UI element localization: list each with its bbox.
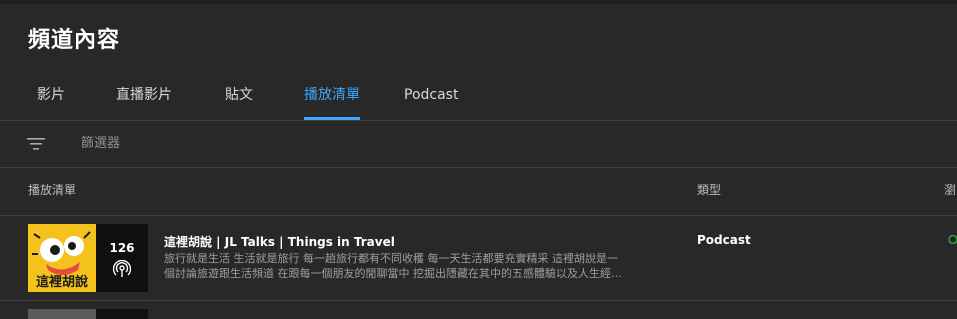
playlist-description: 旅行就是生活 生活就是旅行 每一趟旅行都有不同收穫 每一天生活都要充實精采 這裡… <box>164 251 666 281</box>
column-header-visibility[interactable]: 瀏 <box>944 168 956 212</box>
podcast-cover-art: 這裡胡說 <box>28 224 96 292</box>
tab-playlists[interactable]: 播放清單 <box>304 72 360 120</box>
filter-input[interactable]: 篩選器 <box>81 120 120 167</box>
visibility-public-icon <box>948 235 957 244</box>
table-row[interactable]: 這裡胡說 126 這裡胡說 | JL Talks | Things in Tra… <box>0 216 957 301</box>
tab-live[interactable]: 直播影片 <box>116 72 172 118</box>
playlist-thumbnail[interactable]: 這裡胡說 126 <box>28 224 148 292</box>
playlist-title[interactable]: 這裡胡說 | JL Talks | Things in Travel <box>164 233 395 250</box>
playlist-count-panel: 126 <box>96 224 148 292</box>
playlist-count-panel <box>96 309 148 319</box>
playlist-type: Podcast <box>697 233 751 247</box>
table-row[interactable] <box>0 301 957 319</box>
top-strip <box>0 0 957 4</box>
playlist-thumbnail[interactable] <box>28 309 148 319</box>
video-count: 126 <box>109 241 135 255</box>
filter-bar: 篩選器 <box>0 120 957 168</box>
tab-podcast[interactable]: Podcast <box>404 72 458 118</box>
podcast-icon <box>113 260 131 277</box>
description-line-1: 旅行就是生活 生活就是旅行 每一趟旅行都有不同收穫 每一天生活都要充實精采 這裡… <box>164 252 618 265</box>
table-header: 播放清單 類型 瀏 <box>0 168 957 216</box>
tab-videos[interactable]: 影片 <box>37 72 65 118</box>
page-title: 頻道內容 <box>28 28 121 53</box>
tab-posts[interactable]: 貼文 <box>225 72 253 118</box>
description-line-2: 個討論旅遊跟生活頻道 在跟每一個朋友的閒聊當中 挖掘出隱藏在其中的五感體驗以及人… <box>164 267 622 280</box>
column-header-type[interactable]: 類型 <box>697 168 721 212</box>
tab-bar: 影片 直播影片 貼文 播放清單 Podcast <box>0 72 957 121</box>
filter-icon[interactable] <box>26 135 46 153</box>
cover-logo-text: 這裡胡說 <box>36 274 88 290</box>
column-header-playlist[interactable]: 播放清單 <box>28 168 76 212</box>
